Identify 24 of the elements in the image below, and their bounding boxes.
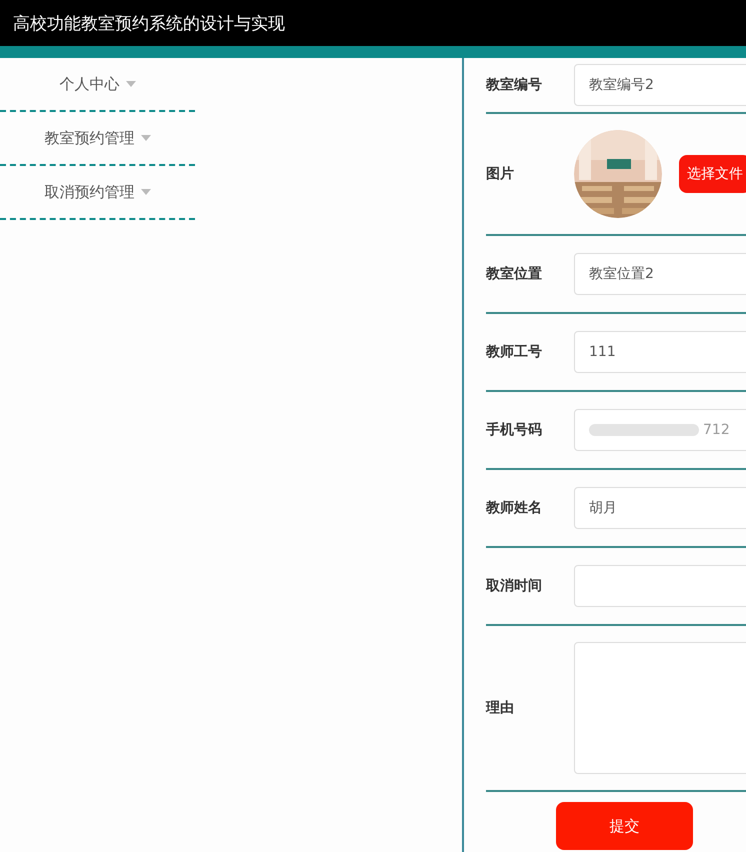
caret-icon: [140, 189, 150, 195]
app-title: 高校功能教室预约系统的设计与实现: [13, 12, 285, 34]
text-area[interactable]: [574, 642, 746, 774]
field-value: 712: [703, 422, 730, 438]
field-label: 理由: [486, 699, 515, 717]
input-field[interactable]: 教室位置2: [574, 253, 746, 295]
caret-icon: [140, 135, 150, 141]
input-field[interactable]: 胡月: [574, 487, 746, 529]
field-label: 图片: [486, 165, 515, 183]
field-label: 教室编号: [486, 76, 543, 94]
field-label: 教室位置: [486, 265, 543, 283]
caret-icon: [126, 81, 136, 87]
sidebar-menu-item[interactable]: 个人中心: [0, 58, 195, 112]
field-label: 教师工号: [486, 343, 543, 361]
sidebar-menu-item[interactable]: 教室预约管理: [0, 112, 195, 166]
field-label: 教师姓名: [486, 499, 543, 517]
field-label: 手机号码: [486, 421, 543, 439]
input-field[interactable]: 教室编号2: [574, 64, 746, 106]
input-field[interactable]: [574, 565, 746, 607]
sidebar-menu-item[interactable]: 取消预约管理: [0, 166, 195, 220]
field-label: 取消时间: [486, 577, 543, 595]
submit-button[interactable]: 提交: [556, 802, 693, 850]
choose-file-button[interactable]: 选择文件: [679, 155, 746, 193]
input-field[interactable]: 111: [574, 331, 746, 373]
